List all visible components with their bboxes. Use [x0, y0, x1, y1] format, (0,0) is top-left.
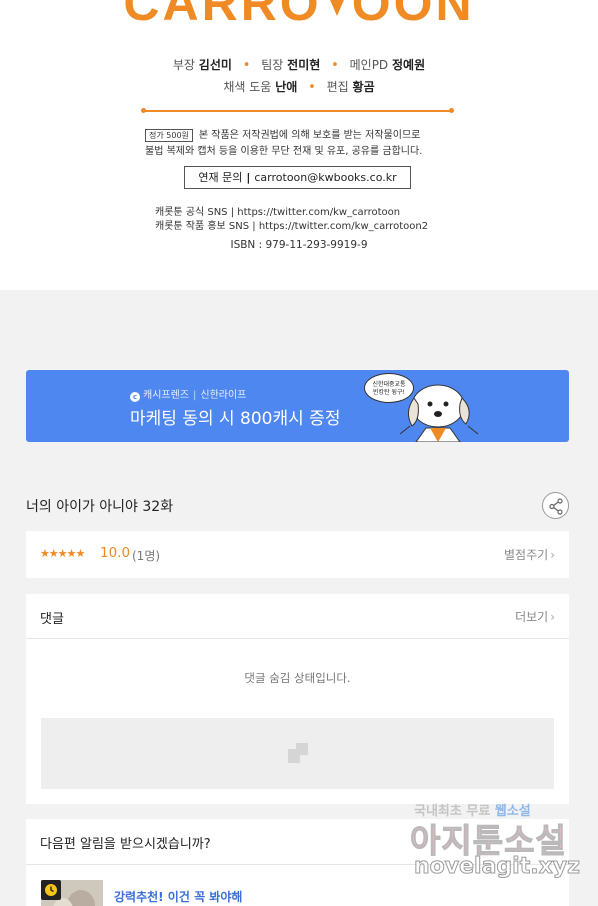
banner-brand: c 캐시프렌즈 | 신한라이프 [130, 386, 246, 402]
clock-icon [41, 880, 61, 900]
sns-line-1: 캐롯툰 공식 SNS | https://twitter.com/kw_carr… [155, 207, 401, 218]
watermark-text: 웹소설 [494, 804, 531, 819]
rating-count: (1명) [132, 549, 161, 563]
clock-glyph [45, 884, 57, 896]
staff-role: 편집 [326, 80, 349, 94]
brand-name: 캐시프렌즈 [143, 390, 189, 401]
contact-separator: | [246, 171, 251, 184]
brand-separator: | [193, 390, 197, 401]
logo-text-right: OON [351, 0, 475, 31]
watermark-text: 국내최초 무료 [414, 804, 491, 819]
staff-role: 부장 [172, 58, 195, 72]
staff-role: 메인PD [349, 58, 389, 72]
ad-placeholder [41, 718, 554, 789]
chevron-right-icon: › [550, 548, 555, 562]
staff-name: 난애 [275, 80, 298, 94]
copyright-notice-line-1: 정가 500원 본 작품은 저작권법에 의해 보호를 받는 저작물이므로 [145, 126, 465, 142]
price-tag: 정가 500원 [145, 129, 193, 142]
contact-email: carrotoon@kwbooks.co.kr [254, 171, 397, 184]
notification-section: 다음편 알림을 받으시겠습니까? 강력추천! 이건 꼭 봐야해 [26, 819, 569, 906]
rating-stars: ★★★★★ [40, 547, 85, 560]
bullet-dot-icon: • [242, 58, 251, 73]
staff-name: 황곰 [352, 80, 375, 94]
isbn-text: ISBN : 979-11-293-9919-9 [230, 239, 368, 251]
share-button[interactable] [542, 492, 569, 519]
sns-line-2: 캐롯툰 작품 홍보 SNS | https://twitter.com/kw_c… [155, 221, 429, 232]
dog-mascot-icon [399, 384, 479, 442]
carrot-icon [323, 0, 350, 16]
share-icon [549, 498, 563, 515]
rate-label: 별점주기 [504, 548, 549, 562]
staff-role: 팀장 [261, 58, 284, 72]
contact-label: 연재 문의 [198, 171, 243, 184]
legal-text: 불법 복제와 캡처 등을 이용한 무단 전재 및 유포, 공유를 금합니다. [145, 146, 423, 157]
episode-title: 너의 아이가 아니야 32화 [26, 499, 174, 515]
chevron-right-icon: › [550, 610, 555, 624]
comment-section: 댓글 더보기 › 댓글 숨김 상태입니다. [26, 594, 569, 804]
more-label: 더보기 [515, 610, 549, 624]
staff-name: 전미현 [287, 58, 321, 72]
credits-panel: CARRO OON 부장 김선미 • 팀장 전미현 • 메인PD 정예원 채색 도… [0, 0, 598, 290]
bullet-dot-icon: • [308, 80, 316, 95]
logo-text-left: CARRO [123, 0, 322, 31]
contact-box: 연재 문의 | carrotoon@kwbooks.co.kr [184, 166, 411, 189]
notification-title: 다음편 알림을 받으시겠습니까? [40, 837, 211, 852]
legal-text: 본 작품은 저작권법에 의해 보호를 받는 저작물이므로 [198, 130, 421, 141]
staff-row-2: 채색 도움 난애 • 편집 황곰 [0, 78, 598, 95]
brand-name: 신한라이프 [200, 390, 247, 401]
divider-line [141, 108, 454, 113]
comments-more-button[interactable]: 더보기 › [515, 608, 555, 625]
placeholder-image-icon [288, 743, 308, 763]
bullet-dot-icon: • [331, 58, 339, 73]
staff-name: 정예원 [392, 58, 426, 72]
recommend-link[interactable]: 강력추천! 이건 꼭 봐야해 [114, 888, 242, 905]
carrotoon-logo: CARRO OON [0, 0, 598, 32]
copyright-notice-line-2: 불법 복제와 캡처 등을 이용한 무단 전재 및 유포, 공유를 금합니다. [145, 142, 465, 157]
comments-hidden-message: 댓글 숨김 상태입니다. [244, 671, 351, 685]
comment-header: 댓글 더보기 › [26, 594, 569, 639]
cashfriends-logo-icon: c [130, 392, 140, 402]
staff-name: 김선미 [198, 58, 232, 72]
ad-banner[interactable]: c 캐시프렌즈 | 신한라이프 마케팅 동의 시 800캐시 증정 신한대중교통 빈캉… [26, 370, 569, 442]
rate-button[interactable]: 별점주기 › [504, 546, 555, 563]
rating-score: 10.0 [100, 545, 131, 561]
rating-card: ★★★★★ 10.0 (1명) 별점주기 › [26, 531, 569, 578]
comment-title: 댓글 [40, 612, 64, 627]
staff-row-1: 부장 김선미 • 팀장 전미현 • 메인PD 정예원 [0, 56, 598, 73]
staff-role: 채색 도움 [223, 80, 272, 94]
banner-headline: 마케팅 동의 시 800캐시 증정 [130, 409, 341, 429]
notification-header[interactable]: 다음편 알림을 받으시겠습니까? [26, 819, 569, 865]
